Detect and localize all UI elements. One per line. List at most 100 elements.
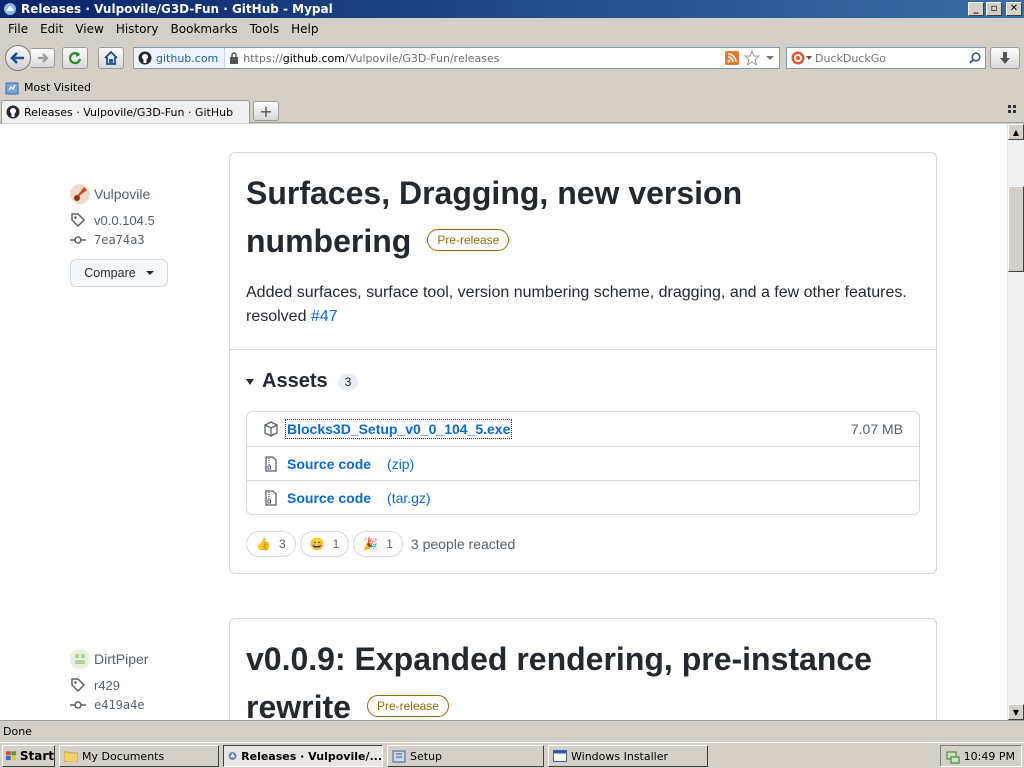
taskbar-item-setup[interactable]: Setup — [387, 745, 544, 767]
release-author[interactable]: Vulpovile — [70, 184, 168, 204]
release-title[interactable]: v0.0.9: Expanded rendering, pre-instance… — [246, 635, 920, 720]
assets-toggle[interactable]: Assets 3 — [230, 350, 936, 393]
close-button[interactable]: ✕ — [1006, 2, 1022, 16]
menu-history[interactable]: History — [110, 22, 165, 36]
source-targz-link[interactable]: Source code — [287, 490, 371, 506]
duckduckgo-icon — [791, 51, 804, 65]
tag-label: v0.0.104.5 — [94, 212, 155, 228]
search-button[interactable] — [965, 52, 985, 64]
url-bar[interactable]: github.com https://github.com/Vulpovile/… — [133, 47, 780, 69]
menu-view[interactable]: View — [69, 22, 109, 36]
commit-sha: e419a4e — [94, 698, 145, 712]
scroll-up-arrow-icon[interactable]: ▲ — [1008, 124, 1024, 140]
search-bar[interactable] — [786, 47, 986, 69]
window-title: Releases · Vulpovile/G3D-Fun · GitHub - … — [21, 2, 333, 16]
mypal-app-icon — [228, 752, 237, 760]
scrollbar-thumb[interactable] — [1008, 186, 1024, 272]
page-viewport: Vulpovile v0.0.104.5 7ea74a3 Compare Sur… — [0, 124, 1007, 720]
smart-folder-icon — [5, 82, 19, 94]
menu-file[interactable]: File — [2, 22, 34, 36]
navigation-toolbar: github.com https://github.com/Vulpovile/… — [0, 40, 1024, 76]
release-commit[interactable]: 7ea74a3 — [70, 233, 168, 247]
issue-link[interactable]: #47 — [311, 308, 338, 325]
menu-bar: File Edit View History Bookmarks Tools H… — [0, 18, 1024, 39]
clock[interactable]: 10:49 PM — [964, 750, 1015, 763]
commit-icon — [70, 701, 86, 709]
bookmark-label: Most Visited — [24, 81, 91, 94]
tag-label: r429 — [94, 677, 121, 693]
scroll-down-arrow-icon[interactable]: ▼ — [1008, 704, 1024, 720]
file-zip-icon — [265, 489, 277, 506]
url-dropdown-icon[interactable] — [765, 54, 775, 62]
reaction-count: 1 — [386, 537, 393, 551]
assets-list: Blocks3D_Setup_v0_0_104_5.exe 7.07 MB So… — [246, 411, 920, 515]
maximize-button[interactable]: ▫ — [986, 2, 1002, 16]
release-meta: DirtPiper r429 e419a4e — [70, 649, 148, 712]
start-button[interactable]: Start — [2, 745, 55, 767]
asset-row: Source code (zip) — [247, 446, 919, 480]
menu-help[interactable]: Help — [285, 22, 324, 36]
taskbar-item-my-documents[interactable]: My Documents — [59, 745, 219, 767]
author-name: Vulpovile — [94, 186, 151, 202]
bookmark-most-visited[interactable]: Most Visited — [5, 81, 91, 95]
laugh-icon: 😄 — [309, 537, 325, 551]
forward-button[interactable] — [31, 48, 55, 68]
taskbar-item-browser[interactable]: Releases · Vulpovile/... — [223, 745, 383, 767]
back-button[interactable] — [5, 45, 31, 71]
source-zip-link[interactable]: Source code — [287, 456, 371, 472]
url-text[interactable]: https://github.com/Vulpovile/G3D-Fun/rel… — [243, 52, 725, 65]
assets-heading: Assets — [262, 370, 328, 392]
asset-size: 7.07 MB — [850, 421, 903, 437]
bookmarks-toolbar: Most Visited — [0, 77, 1024, 98]
thumbs-up-icon: 👍 — [256, 537, 271, 551]
release-title[interactable]: Surfaces, Dragging, new version numberin… — [246, 169, 920, 265]
rss-feed-icon[interactable] — [725, 51, 739, 65]
reaction-hooray[interactable]: 🎉 1 — [353, 531, 403, 557]
release-card: v0.0.9: Expanded rendering, pre-instance… — [229, 618, 937, 720]
asset-download-link[interactable]: Blocks3D_Setup_v0_0_104_5.exe — [284, 419, 513, 439]
taskbar-item-windows-installer[interactable]: Windows Installer — [548, 745, 708, 767]
search-engine-selector[interactable] — [787, 48, 815, 68]
search-icon — [969, 52, 981, 64]
search-input[interactable] — [815, 51, 965, 65]
tag-icon — [71, 213, 86, 228]
menu-tools[interactable]: Tools — [244, 22, 286, 36]
release-commit[interactable]: e419a4e — [70, 698, 148, 712]
tab-title: Releases · Vulpovile/G3D-Fun · GitHub — [24, 105, 234, 119]
minimize-button[interactable]: _ — [968, 2, 984, 16]
release-tag[interactable]: r429 — [70, 677, 148, 693]
site-identity-label: github.com — [156, 51, 219, 65]
reaction-laugh[interactable]: 😄 1 — [299, 531, 350, 557]
asset-row: Source code (tar.gz) — [247, 480, 919, 514]
list-all-tabs-icon[interactable] — [1008, 105, 1018, 115]
release-author[interactable]: DirtPiper — [70, 649, 148, 669]
reload-button[interactable] — [62, 47, 88, 69]
menu-edit[interactable]: Edit — [34, 22, 69, 36]
menu-bookmarks[interactable]: Bookmarks — [165, 22, 244, 36]
bookmark-star-icon[interactable] — [744, 50, 760, 66]
start-label: Start — [19, 749, 54, 763]
github-logo-icon — [138, 51, 152, 65]
release-tag[interactable]: v0.0.104.5 — [70, 212, 168, 228]
reaction-thumbs-up[interactable]: 👍 3 — [246, 531, 296, 557]
tag-icon — [71, 678, 86, 693]
tab-releases[interactable]: Releases · Vulpovile/G3D-Fun · GitHub — [1, 100, 250, 123]
taskbar: Start My Documents Releases · Vulpovile/… — [0, 742, 1024, 768]
party-popper-icon: 🎉 — [363, 537, 379, 551]
commit-sha: 7ea74a3 — [94, 233, 145, 247]
window-titlebar[interactable]: Releases · Vulpovile/G3D-Fun · GitHub - … — [0, 0, 1024, 18]
home-button[interactable] — [98, 47, 124, 69]
downloads-button[interactable] — [990, 47, 1020, 69]
new-tab-button[interactable]: + — [253, 101, 279, 121]
reaction-count: 1 — [332, 537, 340, 551]
window-icon — [553, 750, 567, 762]
site-identity-button[interactable]: github.com — [134, 48, 226, 68]
status-bar: Done — [0, 720, 1024, 742]
asset-row: Blocks3D_Setup_v0_0_104_5.exe 7.07 MB — [247, 412, 919, 446]
compare-button[interactable]: Compare — [70, 259, 168, 287]
back-arrow-icon — [10, 52, 24, 64]
network-tray-icon[interactable] — [945, 748, 961, 764]
forward-arrow-icon — [37, 53, 49, 63]
vertical-scrollbar[interactable]: ▲ ▼ — [1007, 124, 1024, 720]
windows-logo-icon — [6, 751, 17, 761]
